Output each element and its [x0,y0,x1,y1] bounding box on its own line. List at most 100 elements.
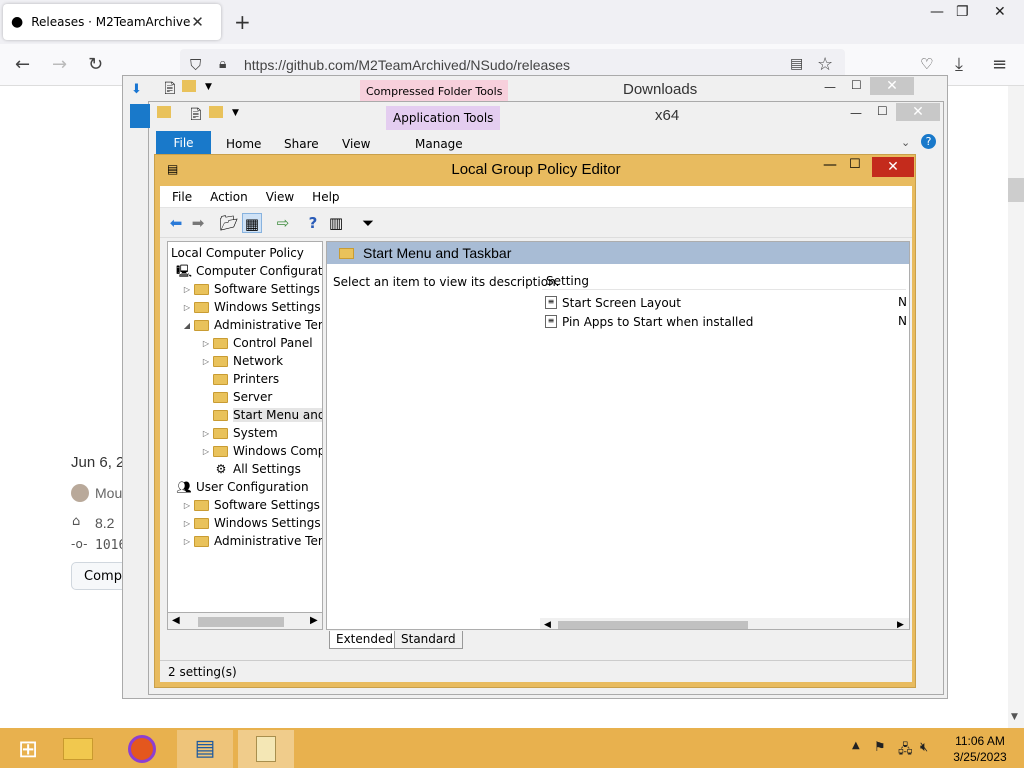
tree-node[interactable]: ⚙︎ All Settings [199,460,301,478]
author-name[interactable]: Mou [95,485,122,501]
ribbon-expand-icon[interactable]: ⌄ [901,136,910,149]
export-list-icon[interactable]: ⇨ [273,213,293,233]
pocket-icon[interactable]: ♡ [920,55,933,73]
up-folder-icon[interactable]: 📂︎ [219,213,239,233]
ribbon-file-tab[interactable]: File [156,131,211,155]
setting-row[interactable]: ≡ Pin Apps to Start when installed [545,312,753,331]
notepad-icon[interactable] [238,730,294,768]
scroll-down-icon[interactable]: ▼ [1011,712,1018,722]
new-tab-button[interactable]: + [234,10,251,34]
clock[interactable]: 11:06 AM 3/25/2023 [946,733,1014,765]
reader-icon[interactable]: ▤ [790,56,803,72]
back-icon[interactable]: ⬅ [166,213,186,233]
close-icon[interactable]: ✕ [872,157,914,177]
scroll-left-icon[interactable]: ◀ [172,615,180,626]
filter-icon[interactable]: ⏷ [358,213,378,233]
compressed-folder-tools-tab[interactable]: Compressed Folder Tools [360,80,509,103]
browser-tab[interactable]: ● Releases · M2TeamArchived/NSudo ✕ [3,4,221,40]
flag-icon[interactable]: ⚑ [874,740,886,755]
forward-icon[interactable]: ➡ [188,213,208,233]
tab-standard[interactable]: Standard [394,631,463,649]
forward-icon[interactable]: → [52,54,67,75]
properties-icon[interactable]: ▥ [326,213,346,233]
folder-icon [339,247,354,259]
tree-node[interactable]: ◢ Administrative Tem [180,316,322,334]
menu-help[interactable]: Help [300,190,345,204]
tree-node[interactable]: ▷ Network [199,352,283,370]
scroll-left-icon[interactable]: ◀ [544,620,551,629]
computer-icon: 🖳︎ [176,263,193,278]
tree-node[interactable]: Printers [199,370,279,388]
minimize-icon[interactable]: — [850,106,862,120]
minimize-icon[interactable]: — [930,4,944,20]
close-tab-icon[interactable]: ✕ [191,13,204,31]
column-header-setting[interactable]: Setting [542,268,906,290]
url-text[interactable]: https://github.com/M2TeamArchived/NSudo/… [244,57,570,73]
qat-dropdown-icon[interactable]: ▼ [205,82,212,92]
gpedit-icon[interactable]: ▤ [177,730,233,768]
minimize-icon[interactable]: — [824,80,836,94]
maximize-icon[interactable]: ☐ [849,157,861,172]
setting-row[interactable]: ≡ Start Screen Layout [545,293,681,312]
tree-node-selected[interactable]: Start Menu and T [199,406,322,424]
shield-icon[interactable]: ⛉ [190,56,201,74]
menu-icon[interactable]: ≡ [992,54,1007,75]
show-hide-tree-icon[interactable]: ▦ [242,213,262,233]
tree-node[interactable]: ▷ Software Settings [180,496,320,514]
gpedit-window: ▤ Local Group Policy Editor — ☐ ✕ File A… [154,154,916,688]
close-icon[interactable]: ✕ [870,77,914,95]
download-icon[interactable]: ⤓ [955,54,963,75]
reload-icon[interactable]: ↻ [88,54,103,75]
ribbon-manage-tab[interactable]: Manage [415,137,463,151]
tree-scroll-thumb[interactable] [198,617,284,627]
tree-node[interactable]: ▷ Control Panel [199,334,313,352]
close-window-icon[interactable]: ✕ [994,4,1006,20]
quick-access-icon[interactable]: 📄︎ [162,81,177,95]
application-tools-tab[interactable]: Application Tools [386,106,501,130]
quick-access-icon[interactable]: 📄︎ [188,107,203,121]
folder-icon [194,535,209,547]
tree-node-user-config[interactable]: 👥︎ User Configuration [176,478,308,496]
list-scroll-thumb[interactable] [558,621,748,629]
tree-node-local-policy[interactable]: Local Computer Policy [171,244,304,262]
ribbon-home-tab[interactable]: Home [226,137,261,151]
ribbon-share-tab[interactable]: Share [284,137,319,151]
down-arrow-folder-icon: ⬇ [131,82,142,97]
tab-extended[interactable]: Extended [329,631,400,649]
avatar[interactable] [71,484,89,502]
close-icon[interactable]: ✕ [896,103,940,121]
qat-dropdown-icon[interactable]: ▼ [232,108,239,118]
maximize-icon[interactable]: ☐ [851,78,862,92]
tree-node[interactable]: ▷ Software Settings [180,280,320,298]
tree-node-computer-config[interactable]: 🖳︎ Computer Configuratio [176,262,322,280]
firefox-icon[interactable] [114,730,170,768]
help-icon[interactable]: ? [303,213,323,233]
tree-node[interactable]: ▷ Windows Comp [199,442,322,460]
menu-view[interactable]: View [254,190,300,204]
tree-node[interactable]: Server [199,388,272,406]
ribbon-view-tab[interactable]: View [342,137,370,151]
maximize-icon[interactable]: ☐ [877,104,888,118]
start-icon[interactable]: ⊞ [0,730,56,768]
policy-tree[interactable]: Local Computer Policy 🖳︎ Computer Configu… [167,241,323,613]
network-icon[interactable]: 🖧︎ [898,740,913,762]
tray-overflow-icon[interactable]: ▲ [852,740,860,751]
menu-action[interactable]: Action [198,190,254,204]
release-tag[interactable]: 8.2 [95,515,114,531]
tree-node[interactable]: ▷ System [199,424,278,442]
scroll-right-icon[interactable]: ▶ [897,620,904,629]
back-icon[interactable]: ← [15,54,30,75]
tree-node[interactable]: ▷ Windows Settings [180,298,321,316]
page-scroll-thumb[interactable] [1008,178,1024,202]
volume-muted-icon[interactable]: 🔇︎ [920,740,928,755]
file-explorer-icon[interactable] [50,730,106,768]
tree-node[interactable]: ▷ Administrative Tem [180,532,322,550]
tree-node[interactable]: ▷ Windows Settings [180,514,321,532]
lock-icon[interactable]: 🔒︎ [219,56,226,72]
menu-file[interactable]: File [160,190,198,204]
restore-icon[interactable]: ❐ [956,4,969,20]
star-icon[interactable]: ☆ [817,54,833,75]
scroll-right-icon[interactable]: ▶ [310,615,318,626]
minimize-icon[interactable]: — [823,157,837,173]
help-icon[interactable]: ? [921,134,936,149]
